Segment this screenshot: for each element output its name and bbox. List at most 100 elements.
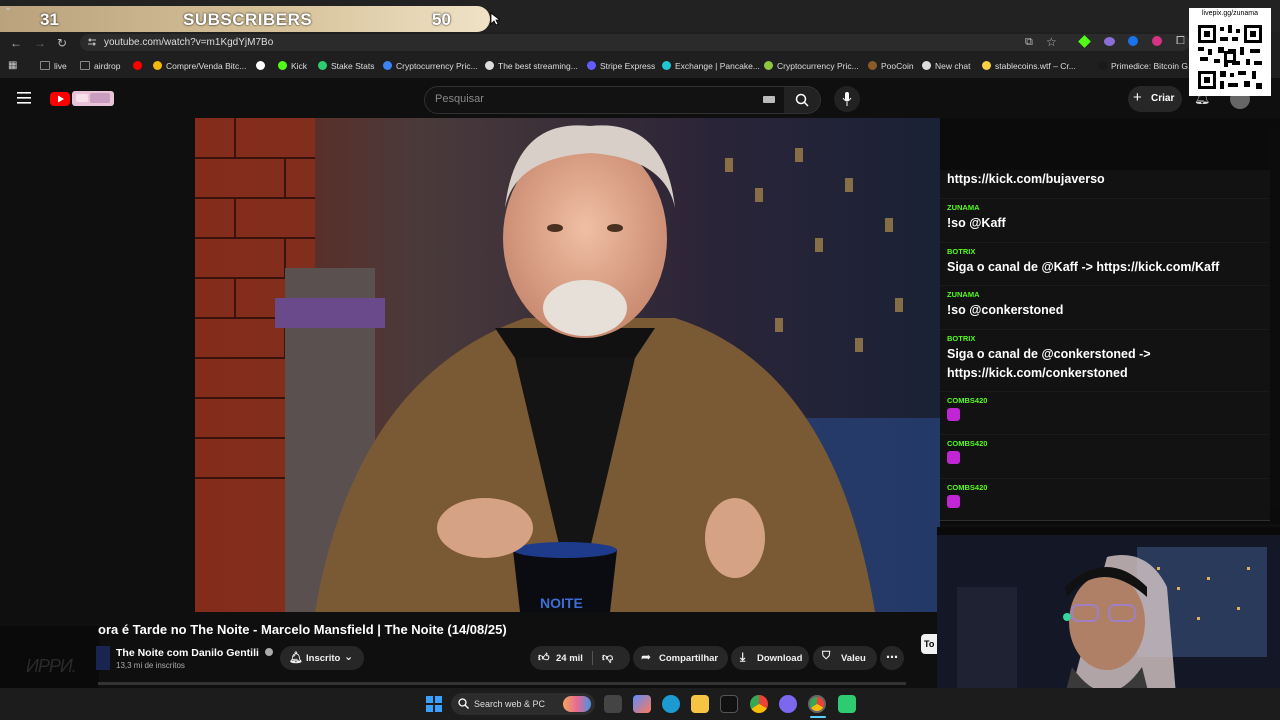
video-player[interactable]: NOITE bbox=[195, 118, 940, 612]
bookmark-item[interactable]: live bbox=[40, 61, 67, 71]
chrome-active-icon[interactable] bbox=[808, 695, 826, 713]
more-icon: ⋯ bbox=[886, 650, 898, 664]
stablecoin-icon bbox=[982, 61, 991, 70]
share-label: Compartilhar bbox=[659, 653, 719, 664]
plus-icon: + bbox=[1133, 89, 1142, 106]
chat-message: COMBS420 bbox=[940, 391, 1270, 435]
bookmark-label: Stake Stats bbox=[331, 61, 375, 71]
subscriber-goal-count: 50 bbox=[432, 10, 451, 29]
search-highlight-icon bbox=[563, 696, 591, 712]
chat-text: https://kick.com/bujaverso bbox=[947, 172, 1105, 186]
subscriber-label: SUBSCRIBERS bbox=[183, 10, 313, 29]
tiktok-icon[interactable] bbox=[720, 695, 738, 713]
super-thanks-icon: ⛉ bbox=[822, 650, 831, 662]
bookmark-item[interactable]: Cryptocurrency Pric... bbox=[383, 61, 478, 71]
youtube-logo[interactable] bbox=[50, 90, 114, 107]
edge-browser-icon[interactable] bbox=[662, 695, 680, 713]
more-actions-button[interactable]: ⋯ bbox=[880, 646, 904, 670]
forward-icon[interactable]: → bbox=[34, 36, 46, 50]
chat-text: !so @conkerstoned bbox=[947, 303, 1064, 317]
video-frame: NOITE bbox=[195, 118, 940, 612]
taskbar-search-placeholder: Search web & PC bbox=[474, 699, 546, 709]
chat-username[interactable]: COMBS420 bbox=[947, 396, 987, 405]
reload-icon[interactable]: ↻ bbox=[57, 36, 67, 50]
extension-icon[interactable] bbox=[1152, 36, 1162, 46]
back-icon[interactable]: ← bbox=[10, 36, 22, 50]
thanks-button[interactable]: ⛉ Valeu bbox=[813, 646, 877, 670]
chat-message: ZUNAMA !so @conkerstoned bbox=[940, 285, 1270, 330]
thumbs-down-icon[interactable]: 👎︎ bbox=[602, 651, 613, 664]
bookmark-item[interactable]: Cryptocurrency Pric... bbox=[764, 61, 859, 71]
bookmark-item[interactable]: Kick bbox=[278, 61, 307, 71]
chat-text: Siga o canal de @Kaff -> https://kick.co… bbox=[947, 260, 1220, 274]
bookmark-item[interactable]: New chat bbox=[922, 61, 970, 71]
search-button[interactable] bbox=[784, 86, 821, 114]
bookmark-label: The best streaming... bbox=[498, 61, 578, 71]
bookmark-item[interactable]: airdrop bbox=[80, 61, 120, 71]
discord-icon[interactable] bbox=[779, 695, 797, 713]
url-text: youtube.com/watch?v=m1KgdYjM7Bo bbox=[104, 37, 274, 48]
bookmark-item[interactable]: Stake Stats bbox=[318, 61, 374, 71]
extension-icon[interactable] bbox=[1128, 36, 1138, 46]
chat-username[interactable]: ZUNAMA bbox=[947, 203, 980, 212]
poocoin-icon bbox=[868, 61, 877, 70]
bookmark-item[interactable] bbox=[256, 61, 269, 71]
site-info-icon[interactable] bbox=[87, 37, 97, 47]
bookmark-item[interactable] bbox=[133, 61, 146, 71]
chrome-icon[interactable] bbox=[750, 695, 768, 713]
chat-text: Siga o canal de @conkerstoned -> https:/… bbox=[947, 347, 1151, 380]
bookmark-star-icon[interactable]: ☆ bbox=[1046, 35, 1057, 49]
chevron-down-icon[interactable]: ⌄ bbox=[4, 2, 12, 13]
cast-icon[interactable]: ⧉ bbox=[1025, 36, 1033, 49]
chat-username[interactable]: BOTRIX bbox=[947, 334, 975, 343]
bookmark-item[interactable]: PooCoin bbox=[868, 61, 914, 71]
microphone-icon bbox=[842, 92, 852, 106]
bookmark-item[interactable]: Stripe Express bbox=[587, 61, 655, 71]
webcam-overlay bbox=[937, 527, 1280, 707]
chat-username[interactable]: COMBS420 bbox=[947, 439, 987, 448]
task-view-icon[interactable] bbox=[604, 695, 622, 713]
verified-icon bbox=[264, 648, 273, 656]
side-tab[interactable]: To bbox=[921, 634, 937, 654]
chat-text: !so @Kaff bbox=[947, 216, 1006, 230]
bookmark-label: live bbox=[54, 61, 67, 71]
copilot-icon[interactable] bbox=[633, 695, 651, 713]
chat-emote-icon bbox=[947, 495, 960, 508]
subscribed-button[interactable]: 🔔︎ Inscrito ⌄ bbox=[280, 646, 364, 670]
chat-username[interactable]: ZUNAMA bbox=[947, 290, 980, 299]
extension-icon[interactable] bbox=[1104, 37, 1115, 46]
stake-icon bbox=[256, 61, 265, 70]
thumbs-up-icon[interactable]: 👍︎ bbox=[538, 651, 550, 664]
search-input[interactable]: Pesquisar bbox=[424, 86, 786, 114]
bookmark-item[interactable]: The best streaming... bbox=[485, 61, 578, 71]
file-explorer-icon[interactable] bbox=[691, 695, 709, 713]
like-count[interactable]: 24 mil bbox=[556, 653, 583, 664]
bookmark-item[interactable]: Exchange | Pancake... bbox=[662, 61, 760, 71]
channel-name[interactable]: The Noite com Danilo Gentili bbox=[116, 647, 273, 659]
chat-username[interactable]: BOTRIX bbox=[947, 247, 975, 256]
chat-message: COMBS420 bbox=[940, 478, 1270, 521]
bookmark-item[interactable]: Compre/Venda Bitc... bbox=[153, 61, 246, 71]
apps-grid-icon[interactable]: ▦ bbox=[8, 60, 17, 71]
channel-avatar[interactable] bbox=[96, 646, 110, 670]
windows-start-icon[interactable] bbox=[426, 696, 442, 712]
bookmark-item[interactable]: stablecoins.wtf – Cr... bbox=[982, 61, 1076, 71]
bookmark-item[interactable]: Primedice: Bitcoin G... bbox=[1098, 61, 1195, 71]
bookmark-label: airdrop bbox=[94, 61, 121, 71]
download-button[interactable]: ⤓ Download bbox=[731, 646, 809, 670]
chat-message: ZUNAMA !so @Kaff bbox=[940, 198, 1270, 243]
extensions-puzzle-icon[interactable]: ⧠ bbox=[1176, 35, 1185, 48]
create-button[interactable]: + Criar bbox=[1128, 86, 1182, 112]
menu-icon[interactable] bbox=[17, 92, 31, 104]
download-label: Download bbox=[757, 653, 803, 664]
keyboard-icon[interactable] bbox=[763, 96, 775, 103]
app-icon[interactable] bbox=[838, 695, 856, 713]
chevron-down-icon: ⌄ bbox=[344, 651, 354, 663]
voice-search-button[interactable] bbox=[834, 86, 860, 112]
folder-icon bbox=[40, 61, 50, 70]
bookmark-label: PooCoin bbox=[881, 61, 914, 71]
chat-message: https://kick.com/bujaverso bbox=[940, 170, 1270, 199]
taskbar-search-input[interactable]: Search web & PC bbox=[451, 693, 595, 715]
chat-username[interactable]: COMBS420 bbox=[947, 483, 987, 492]
share-button[interactable]: ➦ Compartilhar bbox=[633, 646, 728, 670]
